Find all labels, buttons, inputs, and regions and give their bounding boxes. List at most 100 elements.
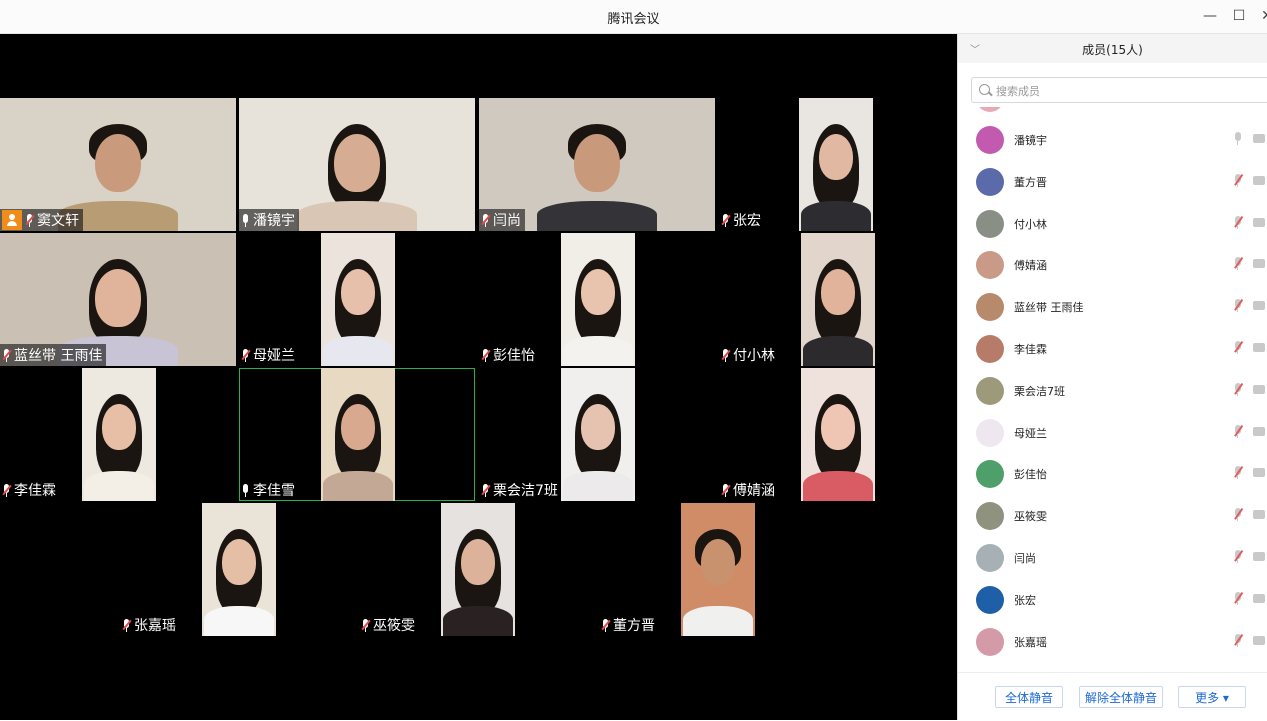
video-tile[interactable]: 巫筱雯: [359, 503, 595, 636]
torso-shape: [803, 336, 873, 366]
video-tile[interactable]: 付小林: [719, 233, 955, 366]
member-row[interactable]: 闫尚: [958, 537, 1267, 579]
video-tile[interactable]: 彭佳怡: [479, 233, 715, 366]
face-shape: [701, 539, 735, 585]
member-name: 潘镜宇: [1014, 134, 1047, 147]
video-tile[interactable]: 栗会洁7班: [479, 368, 715, 501]
member-name: 栗会洁7班: [1014, 384, 1065, 398]
mic-muted-icon[interactable]: [1234, 591, 1243, 606]
camera-icon[interactable]: [1253, 635, 1265, 645]
participant-name: 傅婧涵: [733, 483, 775, 499]
mic-muted-icon[interactable]: [1234, 382, 1243, 397]
mute-slash: [1234, 508, 1243, 520]
camera-icon[interactable]: [1253, 217, 1265, 227]
mic-muted-icon: [481, 348, 491, 362]
mic-muted-icon[interactable]: [1234, 549, 1243, 564]
member-row[interactable]: 张嘉瑶: [958, 621, 1267, 663]
torso-shape: [563, 336, 633, 366]
participant-name: 闫尚: [493, 213, 521, 229]
close-button[interactable]: ✕: [1256, 6, 1267, 26]
avatar: [976, 460, 1004, 489]
member-row[interactable]: 潘镜宇: [958, 119, 1267, 161]
member-name: 彭佳怡: [1014, 468, 1047, 482]
camera-icon[interactable]: [1253, 552, 1265, 561]
participant-video: [321, 368, 395, 501]
mic-muted-icon: [481, 213, 491, 227]
mute-slash: [1234, 257, 1243, 269]
member-row[interactable]: 董方晋: [958, 161, 1267, 203]
member-row[interactable]: 傅婧涵: [958, 244, 1267, 286]
video-tile[interactable]: 李佳雪: [239, 368, 475, 501]
window-title: 腾讯会议: [607, 12, 660, 27]
unmute-all-button[interactable]: 解除全体静音: [1079, 686, 1163, 708]
mute-slash: [2, 349, 12, 360]
camera-icon[interactable]: [1253, 343, 1265, 352]
member-row[interactable]: 栗会洁7班: [958, 370, 1267, 412]
video-tile[interactable]: 李佳霖: [0, 368, 236, 501]
mute-all-button[interactable]: 全体静音: [995, 686, 1063, 708]
member-row[interactable]: 李佳霖: [958, 328, 1267, 370]
mic-muted-icon[interactable]: [1234, 466, 1243, 480]
face-shape: [95, 134, 141, 192]
mic-muted-icon[interactable]: [1234, 633, 1243, 648]
mic-muted-icon[interactable]: [1234, 299, 1243, 313]
avatar: [976, 251, 1004, 280]
camera-icon[interactable]: [1253, 175, 1265, 185]
camera-icon[interactable]: [1253, 134, 1265, 143]
member-row[interactable]: 付小林: [958, 203, 1267, 245]
video-tile[interactable]: 傅婧涵: [719, 368, 955, 501]
mic-muted-icon[interactable]: [1234, 340, 1243, 355]
member-name: 付小林: [1014, 217, 1047, 231]
video-tile[interactable]: 张嘉瑶: [120, 503, 356, 636]
mute-slash: [122, 619, 132, 630]
member-row[interactable]: 巫筱雯: [958, 495, 1267, 537]
video-tile[interactable]: 闫尚: [479, 98, 715, 231]
camera-icon[interactable]: [1253, 301, 1265, 311]
camera-icon[interactable]: [1253, 510, 1265, 520]
participant-name: 李佳霖: [14, 483, 56, 499]
member-name: 巫筱雯: [1014, 510, 1047, 524]
participant-name: 潘镜宇: [253, 213, 295, 229]
camera-icon[interactable]: [1253, 259, 1265, 269]
torso-shape: [801, 201, 871, 231]
avatar: [976, 418, 1004, 447]
video-tile[interactable]: 母娅兰: [239, 233, 475, 366]
mute-slash: [481, 214, 491, 225]
video-tile[interactable]: 潘镜宇: [239, 98, 475, 231]
video-tile[interactable]: 董方晋: [599, 503, 835, 636]
member-row[interactable]: 母娅兰: [958, 412, 1267, 454]
camera-icon[interactable]: [1253, 593, 1265, 603]
participant-name-tag: 张宏: [719, 209, 765, 231]
more-button[interactable]: 更多 ▾: [1178, 686, 1246, 708]
video-tile[interactable]: 窦文轩: [0, 98, 236, 231]
torso-shape: [563, 471, 633, 501]
video-tile[interactable]: 张宏: [719, 98, 955, 231]
mic-muted-icon[interactable]: [1234, 257, 1243, 271]
mic-muted-icon[interactable]: [1234, 215, 1243, 230]
mute-slash: [2, 484, 12, 495]
member-row[interactable]: 蓝丝带 王雨佳: [958, 286, 1267, 328]
mic-muted-icon[interactable]: [1234, 424, 1243, 439]
member-search-box[interactable]: [971, 77, 1267, 103]
participant-name-tag: 傅婧涵: [719, 479, 779, 501]
member-row-partial[interactable]: [958, 107, 1267, 119]
camera-icon[interactable]: [1253, 426, 1265, 436]
member-row[interactable]: 张宏: [958, 579, 1267, 621]
mic-muted-icon[interactable]: [1234, 173, 1243, 188]
member-name: 张嘉瑶: [1014, 635, 1047, 649]
torso-shape: [443, 606, 513, 636]
mic-muted-icon: [2, 348, 12, 362]
video-tile[interactable]: 蓝丝带 王雨佳: [0, 233, 236, 366]
camera-icon[interactable]: [1253, 468, 1265, 478]
member-row[interactable]: 彭佳怡: [958, 453, 1267, 495]
maximize-button[interactable]: ☐: [1228, 6, 1250, 26]
participant-name: 母娅兰: [253, 348, 295, 364]
avatar: [976, 585, 1004, 614]
minimize-button[interactable]: —: [1199, 6, 1221, 26]
camera-icon[interactable]: [1253, 384, 1265, 394]
member-search-input[interactable]: [994, 81, 1258, 101]
mic-muted-icon: [25, 213, 35, 227]
mic-muted-icon: [481, 483, 491, 497]
mic-muted-icon[interactable]: [1234, 508, 1243, 522]
mic-icon[interactable]: [1234, 132, 1242, 146]
